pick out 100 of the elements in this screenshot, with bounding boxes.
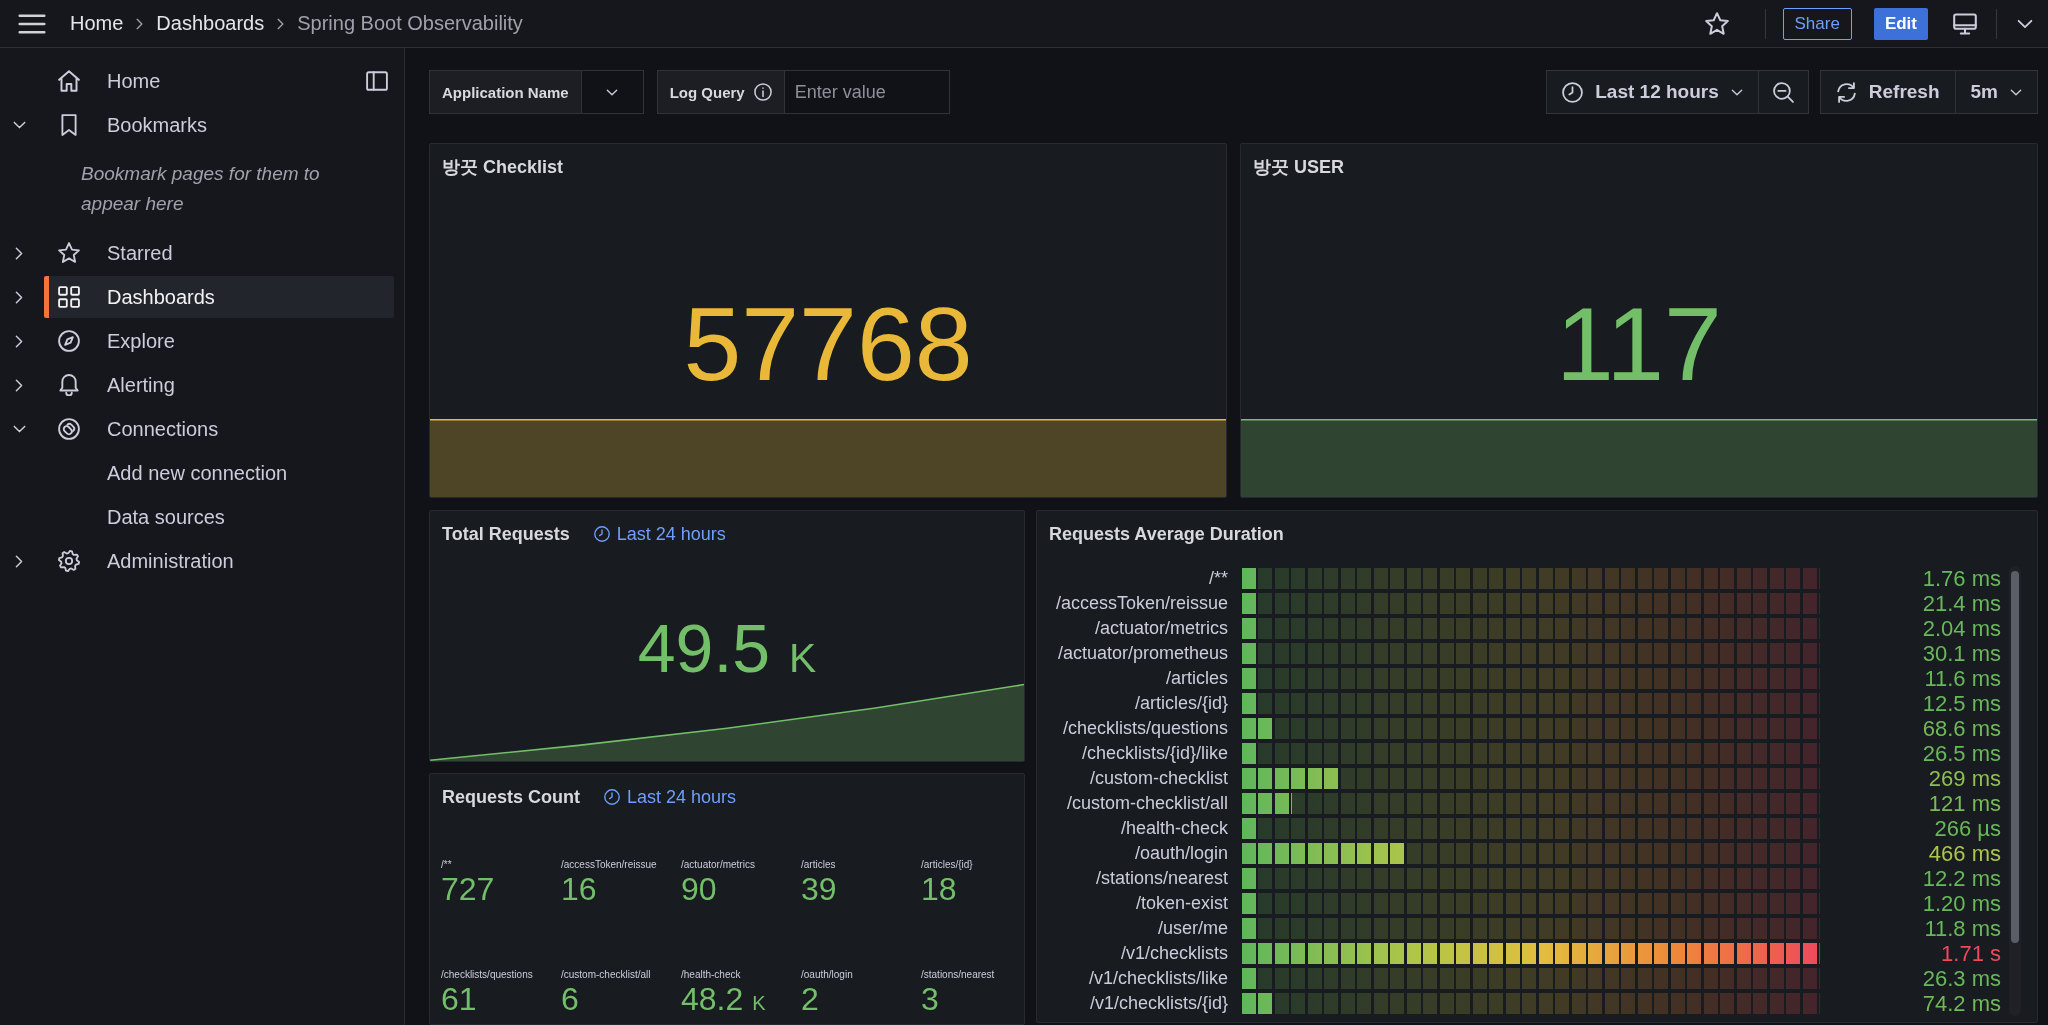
panel-title: Total Requests [442,523,570,545]
stat-value: 2 [801,981,820,1017]
scrollbar-thumb[interactable] [2011,571,2019,943]
text-input[interactable]: Enter value [784,70,950,114]
time-override-text: Last 24 hours [616,523,726,545]
stat-label: /actuator/metrics [681,859,756,871]
gauge-value: 30.1 ms [1921,641,2001,666]
chevron-down-icon[interactable] [12,121,26,129]
gauge-label: /custom-checklist/all [1065,792,1228,815]
stat-value: 61 [441,981,478,1017]
gauge-label: /accessToken/reissue [1054,592,1228,615]
chevron-down-icon[interactable] [12,425,26,433]
stat-label: /** [441,859,453,871]
edit-button[interactable]: Edit [1873,7,1928,40]
gauge-value: 1.76 ms [1921,566,2001,591]
variable-label: Log Query [669,83,745,101]
gauge-label: /custom-checklist [1088,767,1228,790]
gauge-label: /checklists/{id}/like [1080,742,1228,765]
stat-label: /articles [801,859,837,871]
gauge-label: /v1/checklists/{id} [1088,992,1228,1015]
gauge-value: 68.6 ms [1921,716,2001,741]
gauge-label: /token-exist [1134,892,1228,915]
home-icon [58,70,80,92]
stat-value: 16 [561,871,598,907]
nav-item[interactable]: Connections [44,408,394,450]
settings-icon [58,550,80,572]
star-icon [58,242,80,264]
gauge-value: 11.8 ms [1923,916,2001,941]
gauge-label: /articles/{id} [1133,692,1228,715]
refresh-button[interactable]: Refresh [1819,70,1956,114]
gauge-label: /user/me [1156,917,1228,940]
stat-label: /custom-checklist/all [561,969,652,981]
info-icon[interactable] [753,83,772,101]
bookmark-icon [58,114,80,136]
stat-value: 6 [561,981,580,1017]
nav-item[interactable]: Alerting [44,364,394,406]
nav-item[interactable]: Dashboards [44,276,394,318]
clock-icon [604,789,620,805]
stat-value: 18 [921,871,958,907]
compass-icon [58,330,80,352]
time-range-button[interactable]: Last 12 hours [1546,70,1759,114]
stat-value: 727 [441,871,496,907]
nav-item[interactable]: Explore [44,320,394,362]
gauge-value: 2.04 ms [1921,616,2001,641]
clock-icon [593,526,610,542]
chevron-right-icon[interactable] [15,290,23,304]
panel-title: 방끗 Checklist [442,156,564,179]
gauge-value: 26.3 ms [1921,966,2001,991]
breadcrumb-link[interactable]: Dashboards [156,12,265,35]
stat-value: 3 [921,981,940,1017]
menu-icon[interactable] [18,12,46,35]
nav-subitem[interactable]: Data sources [44,496,394,538]
nav-subitem[interactable]: Add new connection [44,452,394,494]
refresh-icon [1835,81,1857,103]
dock-panel-icon[interactable] [366,71,388,91]
nav-item[interactable]: Administration [44,540,394,582]
time-override-text: Last 24 hours [627,786,737,808]
gauge-label: /actuator/prometheus [1056,642,1228,665]
stat-value: 49.5 K [637,614,817,682]
chevron-right-icon[interactable] [15,334,23,348]
nav-item[interactable]: Home [44,60,358,102]
refresh-interval-button[interactable]: 5m [1955,70,2038,114]
chevron-right-icon[interactable] [15,378,23,392]
star-icon[interactable] [1704,11,1729,36]
panel-title: 방끗 USER [1253,156,1344,179]
gauge-label: /checklists/questions [1061,717,1228,740]
nav-item[interactable]: Starred [44,232,394,274]
zoom-out-button[interactable] [1758,70,1809,114]
stat-label: /articles/{id} [921,859,974,871]
share-button[interactable]: Share [1782,7,1852,40]
empty-state-message: Bookmark pages for them to appear here [80,162,321,216]
gauge-label: /articles [1165,667,1228,690]
variable-label: Application Name [442,83,569,101]
stat-label: /health-check [681,969,742,981]
stat-value: 57768 [683,291,973,396]
monitor-icon[interactable] [1953,12,1977,35]
link-icon [58,418,80,440]
gauge-value: 1.20 ms [1921,891,2001,916]
gauge-value: 266 µs [1933,816,2001,841]
gauge-value: 26.5 ms [1921,741,2001,766]
chevron-down-icon [2010,88,2022,96]
gauge-label: /health-check [1119,817,1228,840]
stat-value: 39 [801,871,838,907]
stat-label: /accessToken/reissue [561,859,658,871]
gauge-label: /actuator/metrics [1093,617,1228,640]
gauge-value: 121 ms [1927,791,2001,816]
chevron-down-icon[interactable] [2017,18,2033,29]
breadcrumb-link[interactable]: Home [70,12,124,35]
gauge-label: /stations/nearest [1094,867,1228,890]
gauge-value: 12.2 ms [1921,866,2001,891]
chevron-right-icon[interactable] [15,554,23,568]
chevron-right-icon [277,17,285,30]
panel-title: Requests Average Duration [1049,523,1284,545]
stat-label: /oauth/login [801,969,854,981]
nav-item[interactable]: Bookmarks [44,104,394,146]
stat-label: /stations/nearest [921,969,996,981]
chevron-right-icon[interactable] [15,246,23,260]
stat-value: 48.2 K [681,981,767,1019]
grid-icon [58,286,80,308]
panel-title: Requests Count [442,786,580,808]
